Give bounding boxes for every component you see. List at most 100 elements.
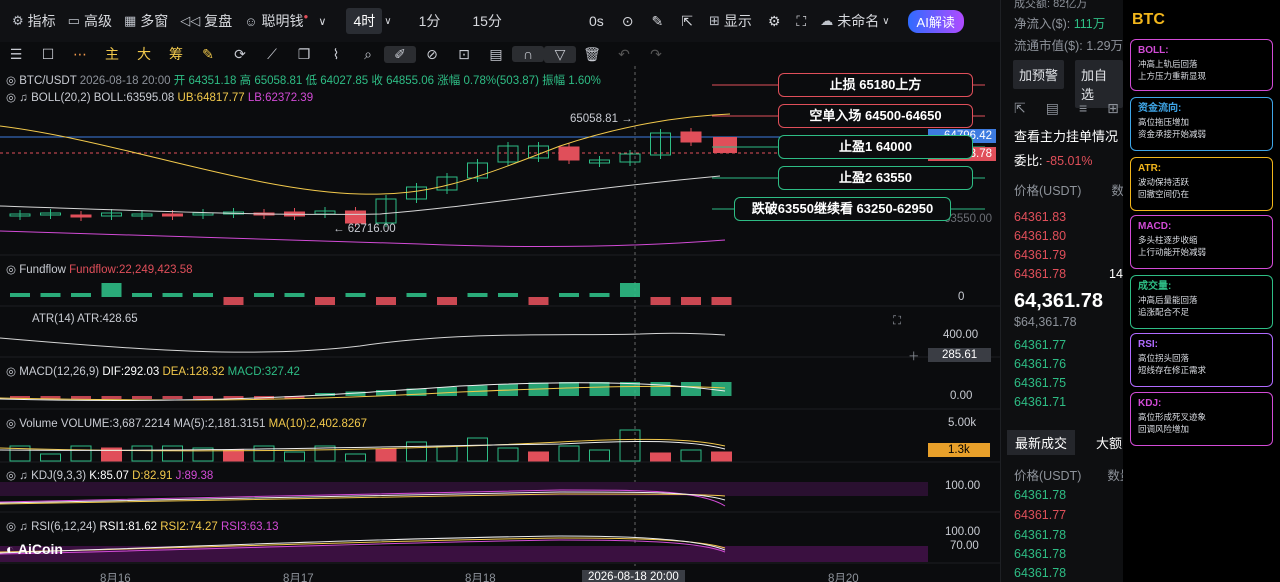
bell-icon[interactable]: ♫ xyxy=(19,521,28,533)
ai-interpret-button[interactable]: AI解读 xyxy=(907,9,964,33)
fundflow-bar xyxy=(315,297,335,305)
countdown-label: 0s xyxy=(588,13,604,29)
bid-row[interactable]: 64361.77 xyxy=(1014,338,1066,352)
hide-icon[interactable]: ⊘ xyxy=(416,46,448,63)
zoom-icon[interactable]: ⌕ xyxy=(352,46,384,63)
ruler-icon[interactable]: ⌇ xyxy=(320,46,352,63)
magnet-icon[interactable]: ∩ xyxy=(512,46,544,62)
replay-button[interactable]: ◁◁ 复盘 xyxy=(180,11,232,31)
notify-dot-icon: ● xyxy=(303,11,309,21)
fullscreen-icon[interactable]: ⛶ xyxy=(796,13,806,30)
volume-bar xyxy=(131,445,153,462)
refresh-icon[interactable]: ⟳ xyxy=(224,46,256,63)
atr-legend: ATR(14) ATR:428.65 xyxy=(32,313,138,325)
lock-icon[interactable]: ⊡ xyxy=(448,46,480,63)
eye-icon[interactable]: ◎ xyxy=(6,92,16,104)
aicoin-logo: ◐ AiCoin xyxy=(6,541,63,557)
candle xyxy=(345,210,366,224)
trade-row: 64361.78 xyxy=(1014,528,1067,542)
volume-bar xyxy=(528,451,549,462)
bell-icon[interactable]: ♫ xyxy=(19,92,28,104)
volume-bar xyxy=(619,429,641,462)
advanced-button[interactable]: ▭ 高级 xyxy=(68,11,112,31)
ask-row[interactable]: 64361.83 xyxy=(1014,210,1066,224)
eye-icon[interactable]: ◎ xyxy=(6,521,16,533)
atr-axis: 400.00 xyxy=(943,329,979,341)
plus-icon[interactable]: ＋ xyxy=(908,348,920,364)
card-line: 高位拐头回落 xyxy=(1138,353,1190,363)
main-tool[interactable]: 主 xyxy=(96,44,128,64)
eye-icon[interactable]: ◎ xyxy=(6,470,16,482)
bid-row[interactable]: 64361.75 xyxy=(1014,376,1066,390)
big-tool[interactable]: 大 xyxy=(128,44,160,64)
edit-icon[interactable]: ✎ xyxy=(192,46,224,63)
card-line: 高位形成死叉迹象 xyxy=(1138,412,1207,422)
chevron-down-icon: ∨ xyxy=(882,15,890,27)
macd-bar xyxy=(193,396,213,399)
volume-bar xyxy=(436,445,458,462)
tab-4h[interactable]: 4时 ∨ xyxy=(346,8,392,34)
pen-icon[interactable]: ✎ xyxy=(651,13,663,30)
trade-row: 64361.78 xyxy=(1014,566,1067,580)
trash-icon[interactable]: 🗑 xyxy=(576,46,608,63)
breakdown-target-label: 跌破63550继续看 63250-62950 xyxy=(734,197,951,221)
volume-bar xyxy=(589,449,610,462)
tab-large-trades[interactable]: 大额 xyxy=(1096,433,1122,452)
tab-latest-trades[interactable]: 最新成交 xyxy=(1007,430,1076,455)
more-icon[interactable]: ⋯ xyxy=(64,46,96,63)
volume-bar xyxy=(406,441,427,462)
multi-window-button[interactable]: ▦ 多窗 xyxy=(124,11,168,31)
ask-row[interactable]: 64361.78 xyxy=(1014,267,1066,281)
analysis-card: RSI: 高位拐头回落 短线存在修正需求 xyxy=(1130,333,1273,387)
ask-row[interactable]: 64361.79 xyxy=(1014,248,1066,262)
share-icon[interactable]: ⇱ xyxy=(681,13,693,30)
analysis-card: ATR: 波动保持活跃 回撤空间仍在 xyxy=(1130,157,1273,211)
tab-15m[interactable]: 15分 xyxy=(465,8,509,34)
bell-icon[interactable]: ♫ xyxy=(19,470,28,482)
brush-icon[interactable]: ✐ xyxy=(384,45,416,63)
menu-icon[interactable]: ☰ xyxy=(0,46,32,63)
fundflow-bar xyxy=(376,297,396,305)
indicators-button[interactable]: ⚙ 指标 xyxy=(12,11,56,31)
grid-icon: ⊞ xyxy=(708,13,720,28)
xaxis-cursor-label: 2026-08-18 20:00 xyxy=(582,570,685,582)
eye-icon[interactable]: ◎ xyxy=(6,75,16,87)
settings-icon[interactable]: ⚙ xyxy=(768,13,781,30)
redo-icon[interactable]: ↷ xyxy=(640,46,672,63)
volume-tag: 1.3k xyxy=(928,443,990,457)
ask-row[interactable]: 64361.80 xyxy=(1014,229,1066,243)
square-icon[interactable]: ☐ xyxy=(32,46,64,63)
undo-icon[interactable]: ↶ xyxy=(608,46,640,63)
line-tool-icon[interactable]: ⟋ xyxy=(256,46,288,63)
depth-view-icons[interactable]: ⇱▤≡⊞ xyxy=(1014,100,1139,117)
depth-title[interactable]: 查看主力挂单情况 xyxy=(1014,126,1118,145)
tab-1m[interactable]: 1分 xyxy=(412,8,448,34)
kdj-axis: 100.00 xyxy=(945,480,981,492)
drawing-toolbar: ☰ ☐ ⋯ 主 大 筹 ✎ ⟳ ⟋ ❐ ⌇ ⌕ ✐ ⊘ ⊡ ▤ ∩ ▽ 🗑 ↶ … xyxy=(0,42,1000,66)
chevron-down-icon[interactable]: ∨ xyxy=(318,15,326,28)
add-alert-button[interactable]: 加预警 xyxy=(1013,60,1065,89)
eye-icon[interactable]: ◎ xyxy=(6,418,16,430)
chip-tool[interactable]: 筹 xyxy=(160,44,192,64)
trade-row: 64361.78 xyxy=(1014,547,1067,561)
layout-selector[interactable]: ☁ 未命名 ∨ xyxy=(820,11,889,31)
grid-icon: ▦ xyxy=(123,13,137,28)
eye-icon[interactable]: ◎ xyxy=(6,366,16,378)
camera-icon[interactable]: ⊙ xyxy=(622,13,634,30)
note-icon[interactable]: ▤ xyxy=(480,46,512,63)
bid-row[interactable]: 64361.71 xyxy=(1014,395,1066,409)
macd-bar xyxy=(650,382,671,396)
filter-icon[interactable]: ▽ xyxy=(544,45,576,63)
expand-icon[interactable]: ⛶ xyxy=(893,315,901,328)
volume-bar xyxy=(40,453,61,462)
copy-icon[interactable]: ❐ xyxy=(288,46,320,63)
card-title: 资金流向: xyxy=(1138,103,1182,114)
card-title: ATR: xyxy=(1138,163,1162,174)
display-button[interactable]: ⊞ 显示 xyxy=(709,11,752,31)
bid-row[interactable]: 64361.76 xyxy=(1014,357,1066,371)
smart-money-button[interactable]: ☺ 聪明钱 ● ∨ xyxy=(244,11,326,31)
eye-icon[interactable]: ◎ xyxy=(6,264,16,276)
kline-chart[interactable]: ◎ BTC/USDT 2026-08-18 20:00 开 64351.18 高… xyxy=(0,66,1000,582)
candle xyxy=(162,213,183,217)
volume-bar xyxy=(711,451,732,462)
